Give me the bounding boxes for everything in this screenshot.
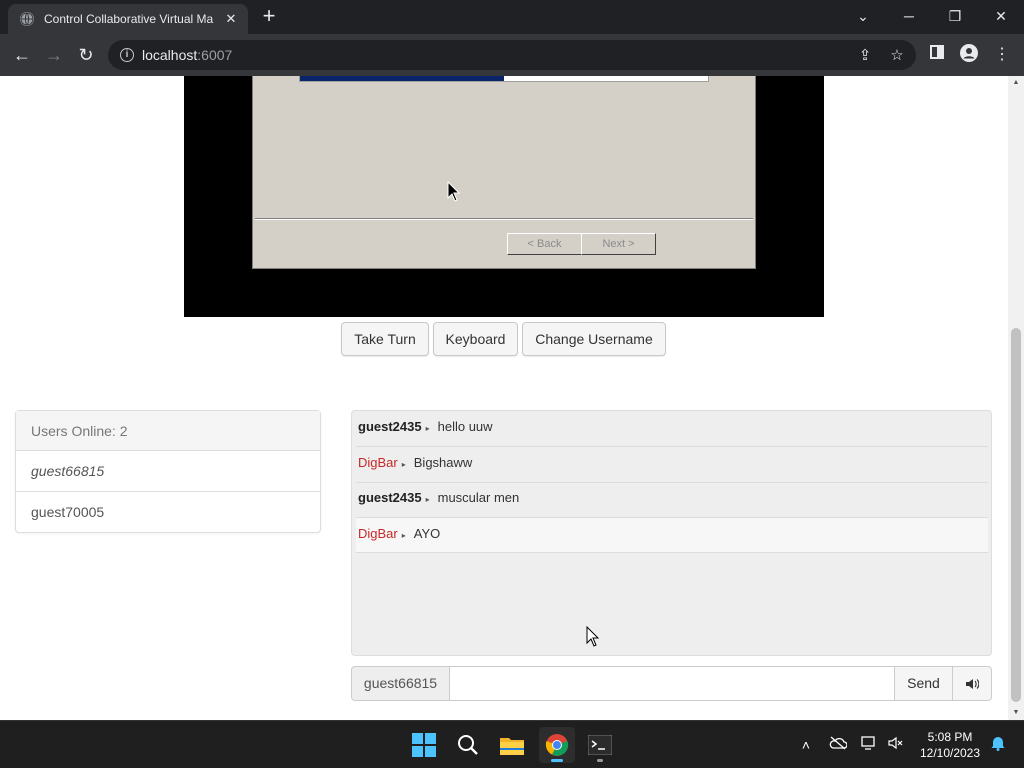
volume-muted-icon[interactable] [886,735,906,755]
url-host: localhost [142,47,198,63]
scrollbar-thumb[interactable] [1011,328,1021,702]
mouse-cursor-icon [586,625,600,660]
chat-arrow-icon: ▸ [401,460,406,469]
wizard-back-button[interactable]: < Back [507,233,582,255]
chat-text: muscular men [437,490,520,505]
restore-button[interactable]: ❐ [932,4,978,28]
keyboard-button[interactable]: Keyboard [433,322,518,356]
user-list-item[interactable]: guest66815 [16,451,320,492]
users-online-header: Users Online: 2 [16,411,320,451]
close-window-button[interactable]: ✕ [978,4,1024,28]
take-turn-button[interactable]: Take Turn [341,322,429,356]
reload-icon[interactable]: ↻ [74,43,98,67]
active-app-indicator [551,759,563,762]
new-tab-button[interactable]: + [258,5,280,28]
share-icon[interactable]: ⇪ [856,47,874,65]
chat-username: guest2435 [358,419,422,434]
chat-arrow-icon: ▸ [425,424,430,433]
forward-arrow-icon[interactable]: → [42,43,66,67]
running-app-indicator [597,759,603,762]
clock-time: 5:08 PM [927,730,973,744]
wizard-next-button[interactable]: Next > [581,233,656,255]
chat-text: hello uuw [437,419,493,434]
user-list-item[interactable]: guest70005 [16,492,320,533]
chat-username: DigBar [358,455,398,470]
speaker-icon[interactable] [952,666,992,701]
tab-close-icon[interactable]: ✕ [222,11,240,27]
search-icon[interactable] [450,727,486,763]
globe-icon [20,12,34,26]
network-icon[interactable] [860,735,880,755]
clock-date: 12/10/2023 [919,746,981,760]
chat-username-label: guest66815 [351,666,450,701]
profile-icon[interactable] [958,44,980,66]
back-arrow-icon[interactable]: ← [10,43,34,67]
vm-wizard-window[interactable]: < Back Next > [252,76,756,269]
chat-input-group: guest66815 Send [351,666,992,701]
chat-username: DigBar [358,526,398,541]
system-clock[interactable]: 5:08 PM 12/10/2023 [912,729,988,761]
wizard-separator [255,218,753,220]
terminal-icon[interactable] [582,727,618,763]
chat-message: DigBar ▸ AYO [356,517,988,647]
chat-message: guest2435 ▸ muscular men [356,482,988,518]
chat-text: AYO [413,526,441,541]
chat-message-input[interactable] [449,666,895,701]
bookmark-star-icon[interactable]: ☆ [888,47,906,65]
chat-message: DigBar ▸ Bigshaww [356,447,988,483]
minimize-button[interactable]: ─ [886,4,932,28]
url-port: :6007 [197,47,233,63]
change-username-button[interactable]: Change Username [522,322,666,356]
side-panel-icon[interactable] [926,44,948,66]
wizard-progress-bar [299,76,709,82]
chat-message: guest2435 ▸ hello uuw [356,411,988,447]
windows-start-icon[interactable] [406,727,442,763]
chrome-icon[interactable] [539,727,575,763]
vm-mouse-cursor-icon [447,180,461,208]
scroll-up-arrow-icon[interactable]: ▲ [1008,76,1024,90]
send-button[interactable]: Send [894,666,953,701]
tab-search-icon[interactable]: ⌄ [840,4,886,28]
browser-toolbar: ← → ↻ i localhost:6007 ⇪ ☆ ⋮ [0,34,1024,76]
tab-title: Control Collaborative Virtual Ma [44,12,214,26]
chat-log[interactable]: guest2435 ▸ hello uuw DigBar ▸ Bigshaww gues… [351,410,992,656]
notification-bell-icon[interactable] [988,735,1008,755]
page-scrollbar[interactable]: ▲ ▼ [1008,76,1024,720]
scroll-down-arrow-icon[interactable]: ▼ [1008,706,1024,720]
users-online-panel: Users Online: 2 guest66815 guest70005 [15,410,321,533]
browser-tab-strip: Control Collaborative Virtual Ma ✕ + ⌄ ─… [0,0,1024,34]
site-info-icon[interactable]: i [120,48,134,62]
menu-kebab-icon[interactable]: ⋮ [991,44,1013,66]
onedrive-icon[interactable] [828,735,848,755]
wizard-progress-fill [300,76,504,81]
file-explorer-icon[interactable] [494,727,530,763]
chat-text: Bigshaww [413,455,473,470]
chat-arrow-icon: ▸ [425,495,430,504]
chat-username: guest2435 [358,490,422,505]
chevron-up-icon[interactable]: ˄ [796,735,816,755]
browser-tab[interactable]: Control Collaborative Virtual Ma ✕ [8,4,248,34]
taskbar: ˄ 5:08 PM 12/10/2023 [0,720,1024,768]
page-content: < Back Next > Take Turn Keyboard Change … [0,76,1008,720]
chat-arrow-icon: ▸ [401,531,406,540]
vm-display[interactable]: < Back Next > [184,76,824,317]
address-bar[interactable]: i localhost:6007 ⇪ ☆ [108,40,916,70]
